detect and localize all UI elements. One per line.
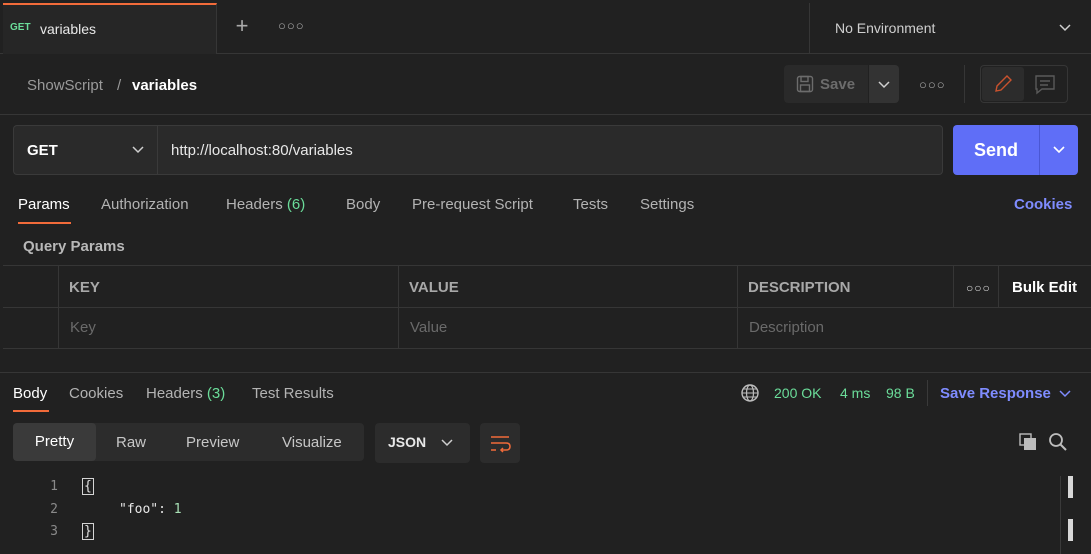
tab-title: variables bbox=[40, 21, 97, 37]
copy-icon[interactable] bbox=[1018, 432, 1038, 452]
method-chevron-down-icon bbox=[132, 146, 144, 154]
status-divider bbox=[927, 380, 928, 406]
response-time[interactable]: 4 ms bbox=[840, 385, 870, 401]
active-response-tab-indicator bbox=[13, 410, 49, 412]
url-input[interactable] bbox=[158, 125, 943, 175]
environment-chevron-down-icon bbox=[1059, 24, 1071, 32]
save-response-chevron-down-icon[interactable] bbox=[1058, 386, 1072, 400]
key-input[interactable]: Key bbox=[70, 319, 96, 336]
tab-body[interactable]: Body bbox=[346, 196, 380, 213]
response-tab-cookies[interactable]: Cookies bbox=[69, 385, 123, 402]
table-column-divider bbox=[953, 265, 954, 307]
scrollbar-thumb[interactable] bbox=[1068, 476, 1073, 498]
table-more-icon[interactable]: ○○○ bbox=[966, 281, 991, 295]
response-format-label: JSON bbox=[388, 434, 427, 450]
cookies-link[interactable]: Cookies bbox=[1014, 196, 1072, 213]
response-tab-headers-count: (3) bbox=[206, 385, 226, 402]
save-button-label: Save bbox=[820, 76, 856, 93]
wrap-lines-icon bbox=[491, 436, 511, 453]
description-input[interactable]: Description bbox=[749, 319, 824, 336]
new-tab-plus-icon[interactable]: + bbox=[232, 15, 252, 37]
view-mode-pretty[interactable]: Pretty bbox=[13, 423, 96, 461]
environment-label: No Environment bbox=[835, 20, 936, 36]
breadcrumb-separator: / bbox=[117, 77, 122, 94]
view-mode-raw[interactable]: Raw bbox=[116, 434, 146, 451]
response-status-code[interactable]: 200 OK bbox=[774, 385, 821, 401]
request-tab-variables[interactable] bbox=[3, 3, 217, 54]
tab-more-icon[interactable]: ○○○ bbox=[278, 18, 305, 33]
code-scroll-track bbox=[1060, 476, 1061, 554]
line-number: 1 bbox=[50, 479, 58, 494]
line-number: 3 bbox=[50, 524, 58, 539]
globe-icon[interactable] bbox=[740, 383, 760, 403]
save-response-button[interactable]: Save Response bbox=[940, 385, 1051, 402]
table-column-divider bbox=[398, 265, 399, 349]
toolbar-divider bbox=[964, 65, 965, 103]
edit-docs-button[interactable] bbox=[982, 67, 1024, 101]
comment-icon bbox=[1035, 75, 1055, 95]
json-value: 1 bbox=[173, 502, 182, 517]
response-size[interactable]: 98 B bbox=[886, 385, 915, 401]
json-colon: : bbox=[158, 502, 166, 517]
active-tab-indicator bbox=[18, 222, 71, 224]
tab-headers-count: (6) bbox=[286, 196, 306, 213]
table-row-divider bbox=[3, 307, 1091, 308]
code-close-brace: } bbox=[82, 523, 94, 540]
response-pane-divider[interactable] bbox=[0, 372, 1091, 373]
request-more-icon[interactable]: ○○○ bbox=[919, 77, 946, 92]
code-line-foo: "foo": 1 bbox=[119, 502, 182, 517]
comments-button[interactable] bbox=[1024, 67, 1066, 101]
breadcrumb-collection[interactable]: ShowScript bbox=[27, 77, 103, 94]
save-options-button[interactable] bbox=[869, 65, 899, 103]
tab-settings[interactable]: Settings bbox=[640, 196, 694, 213]
view-mode-visualize[interactable]: Visualize bbox=[282, 434, 342, 451]
value-input[interactable]: Value bbox=[410, 319, 447, 336]
breadcrumb-request-name[interactable]: variables bbox=[132, 77, 197, 94]
query-params-title: Query Params bbox=[23, 238, 125, 255]
send-button[interactable]: Send bbox=[953, 125, 1039, 175]
response-tab-test-results[interactable]: Test Results bbox=[252, 385, 334, 402]
table-column-divider bbox=[737, 265, 738, 349]
column-header-value: VALUE bbox=[409, 279, 459, 296]
response-tab-headers-label: Headers bbox=[146, 385, 203, 402]
wrap-lines-button[interactable] bbox=[480, 423, 520, 463]
tab-authorization[interactable]: Authorization bbox=[101, 196, 189, 213]
code-open-brace: { bbox=[82, 478, 94, 495]
tab-headers-label: Headers bbox=[226, 196, 283, 213]
save-chevron-down-icon bbox=[878, 81, 890, 89]
line-number: 2 bbox=[50, 502, 58, 517]
table-column-divider bbox=[998, 265, 999, 307]
tab-pre-request-script[interactable]: Pre-request Script bbox=[412, 196, 533, 213]
format-chevron-down-icon bbox=[441, 439, 453, 447]
response-tab-headers[interactable]: Headers (3) bbox=[146, 385, 225, 402]
tab-headers[interactable]: Headers (6) bbox=[226, 196, 305, 213]
send-options-button[interactable] bbox=[1039, 125, 1078, 175]
save-disk-icon bbox=[796, 75, 814, 93]
tab-tests[interactable]: Tests bbox=[573, 196, 608, 213]
json-key: "foo" bbox=[119, 502, 159, 517]
tab-method-badge: GET bbox=[10, 22, 31, 33]
pencil-icon bbox=[995, 75, 1012, 92]
table-column-divider bbox=[58, 265, 59, 349]
search-icon[interactable] bbox=[1048, 432, 1068, 452]
column-header-key: KEY bbox=[69, 279, 100, 296]
column-header-description: DESCRIPTION bbox=[748, 279, 851, 296]
view-mode-preview[interactable]: Preview bbox=[186, 434, 239, 451]
tab-params[interactable]: Params bbox=[18, 196, 70, 213]
send-chevron-down-icon bbox=[1053, 146, 1065, 154]
scrollbar-thumb[interactable] bbox=[1068, 519, 1073, 541]
bulk-edit-button[interactable]: Bulk Edit bbox=[1012, 279, 1077, 296]
http-method-label: GET bbox=[27, 142, 58, 159]
response-tab-body[interactable]: Body bbox=[13, 385, 47, 402]
